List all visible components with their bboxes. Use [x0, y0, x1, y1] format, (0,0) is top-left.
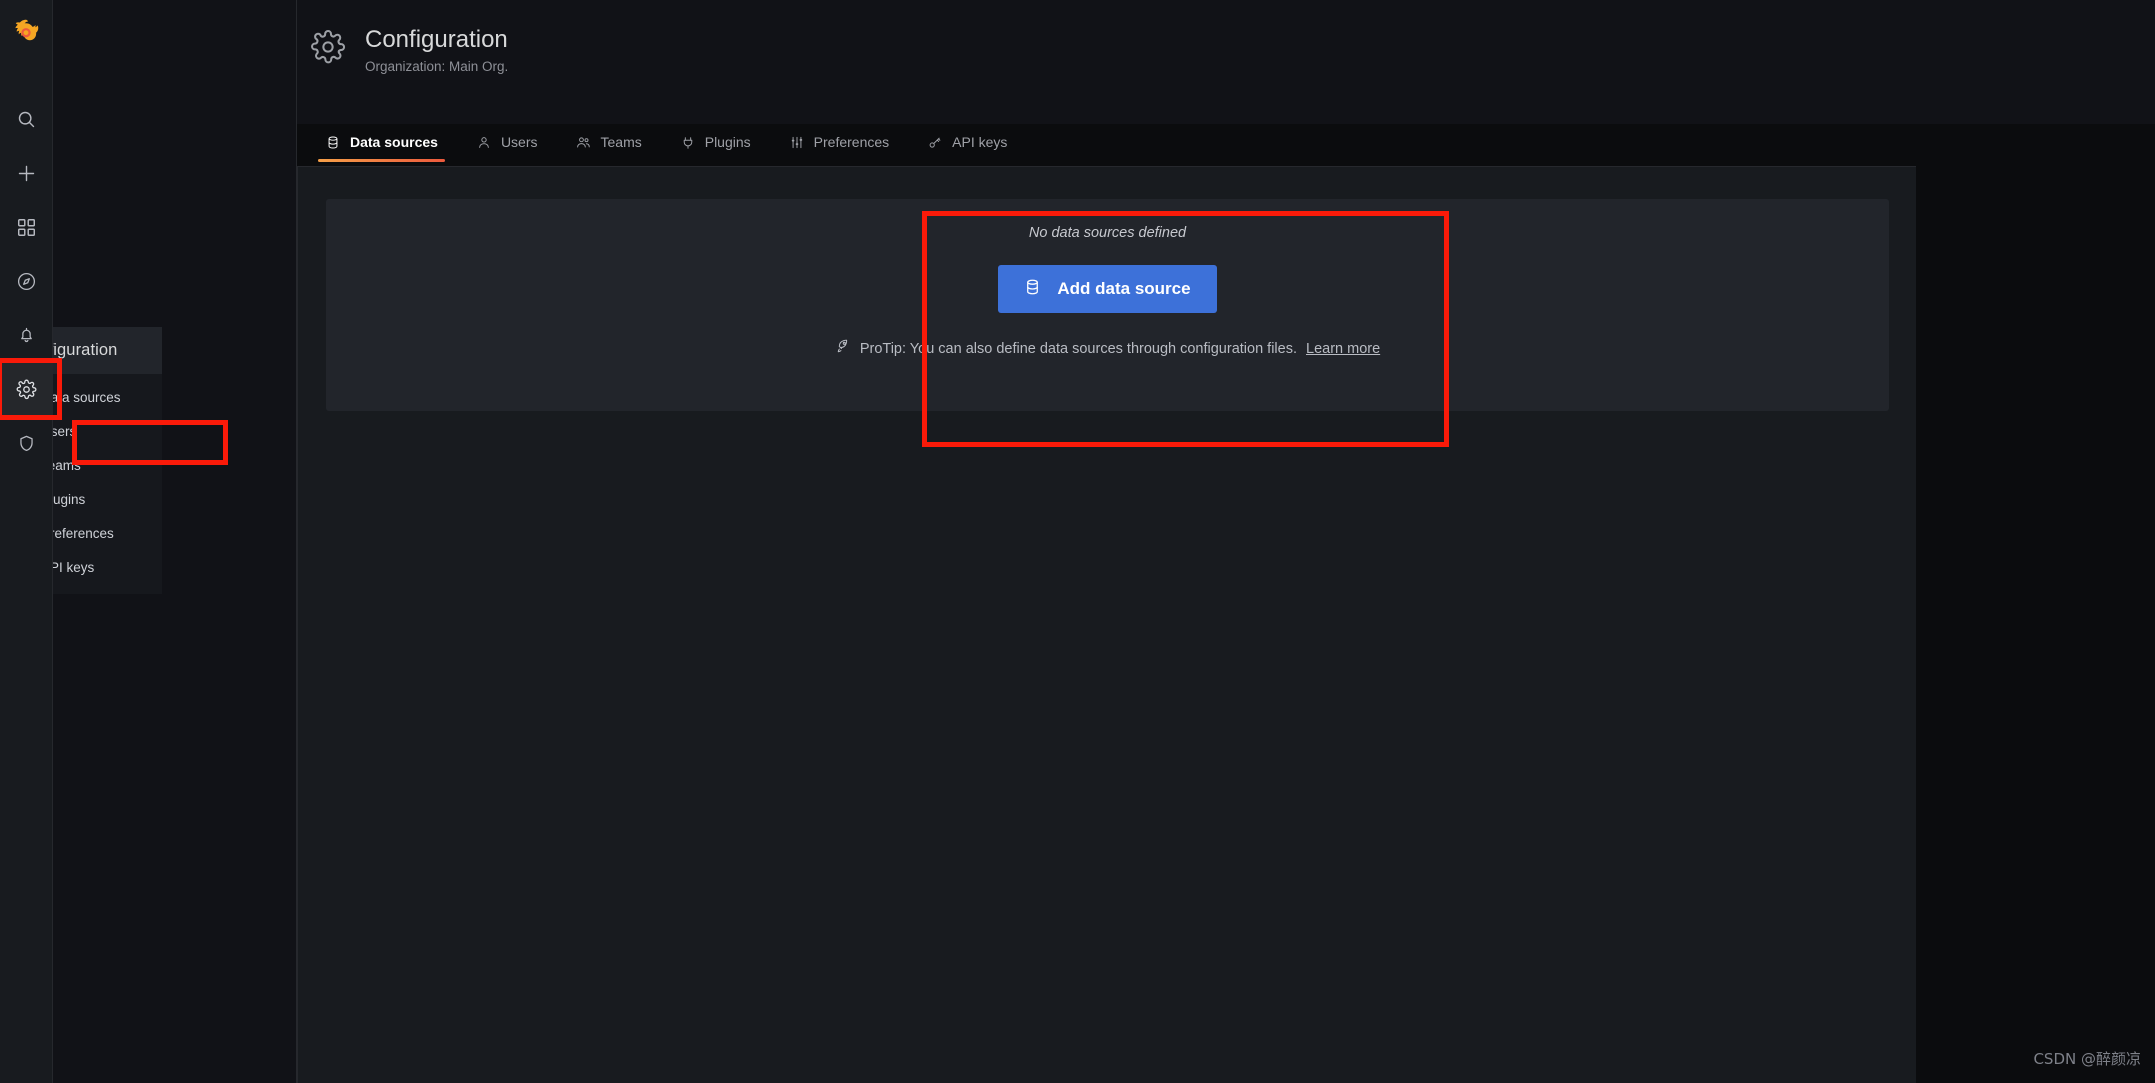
tab-label: Teams	[600, 134, 642, 150]
sidebar-item-search[interactable]	[0, 92, 53, 146]
rail-icon-list	[0, 92, 53, 470]
protip-row: ProTip: You can also define data sources…	[326, 339, 1889, 359]
add-data-source-button[interactable]: Add data source	[998, 265, 1217, 313]
page-header-gear-icon	[306, 25, 350, 69]
tab-api-keys[interactable]: API keys	[908, 128, 1026, 162]
compass-icon	[16, 271, 37, 292]
sidebar-item-explore[interactable]	[0, 254, 53, 308]
sidebar-item-dashboards[interactable]	[0, 200, 53, 254]
tab-plugins[interactable]: Plugins	[661, 128, 770, 162]
grafana-configuration-page: Configuration Data sources Users Teams P…	[0, 0, 2155, 1083]
sliders-icon	[789, 135, 805, 150]
rocket-icon	[835, 339, 851, 359]
content-area: No data sources defined Add data source	[297, 166, 1916, 1083]
sidebar-item-create[interactable]	[0, 146, 53, 200]
tab-data-sources[interactable]: Data sources	[306, 128, 457, 162]
tab-label: Users	[500, 134, 538, 150]
database-icon	[325, 135, 341, 150]
add-data-source-label: Add data source	[1057, 279, 1191, 298]
grafana-logo[interactable]	[0, 10, 53, 54]
page-title: Configuration	[365, 26, 508, 53]
sidebar-item-alerting[interactable]	[0, 308, 53, 362]
tab-label: API keys	[952, 134, 1008, 150]
database-icon	[1024, 278, 1041, 301]
tab-teams[interactable]: Teams	[557, 128, 661, 162]
page-subtitle: Organization: Main Org.	[365, 59, 509, 74]
tab-label: Plugins	[704, 134, 751, 150]
tab-label: Data sources	[350, 134, 438, 150]
user-icon	[476, 135, 492, 150]
tab-preferences[interactable]: Preferences	[770, 128, 908, 162]
tab-users[interactable]: Users	[457, 128, 557, 162]
gear-icon	[16, 379, 37, 400]
bell-icon	[17, 326, 36, 345]
plus-icon	[16, 163, 37, 184]
search-icon	[16, 109, 37, 130]
learn-more-link[interactable]: Learn more	[1306, 341, 1380, 357]
tab-bar: Data sources Users Teams Plugins Prefere…	[306, 128, 1026, 162]
key-icon	[927, 135, 943, 150]
dashboards-icon	[17, 218, 36, 237]
users-icon	[576, 135, 592, 150]
sidebar-item-server-admin[interactable]	[0, 416, 53, 470]
page-header: Configuration Organization: Main Org.	[297, 0, 2155, 124]
empty-state-card: No data sources defined Add data source	[326, 199, 1889, 411]
watermark: CSDN @醉颜凉	[2033, 1050, 2141, 1068]
plug-icon	[680, 135, 696, 150]
empty-state-message: No data sources defined	[1028, 225, 1187, 241]
sidebar-item-configuration[interactable]	[0, 362, 53, 416]
shield-icon	[17, 434, 36, 453]
tab-label: Preferences	[813, 134, 890, 150]
protip-text: ProTip: You can also define data sources…	[859, 341, 1297, 357]
primary-nav-rail	[0, 0, 53, 1083]
